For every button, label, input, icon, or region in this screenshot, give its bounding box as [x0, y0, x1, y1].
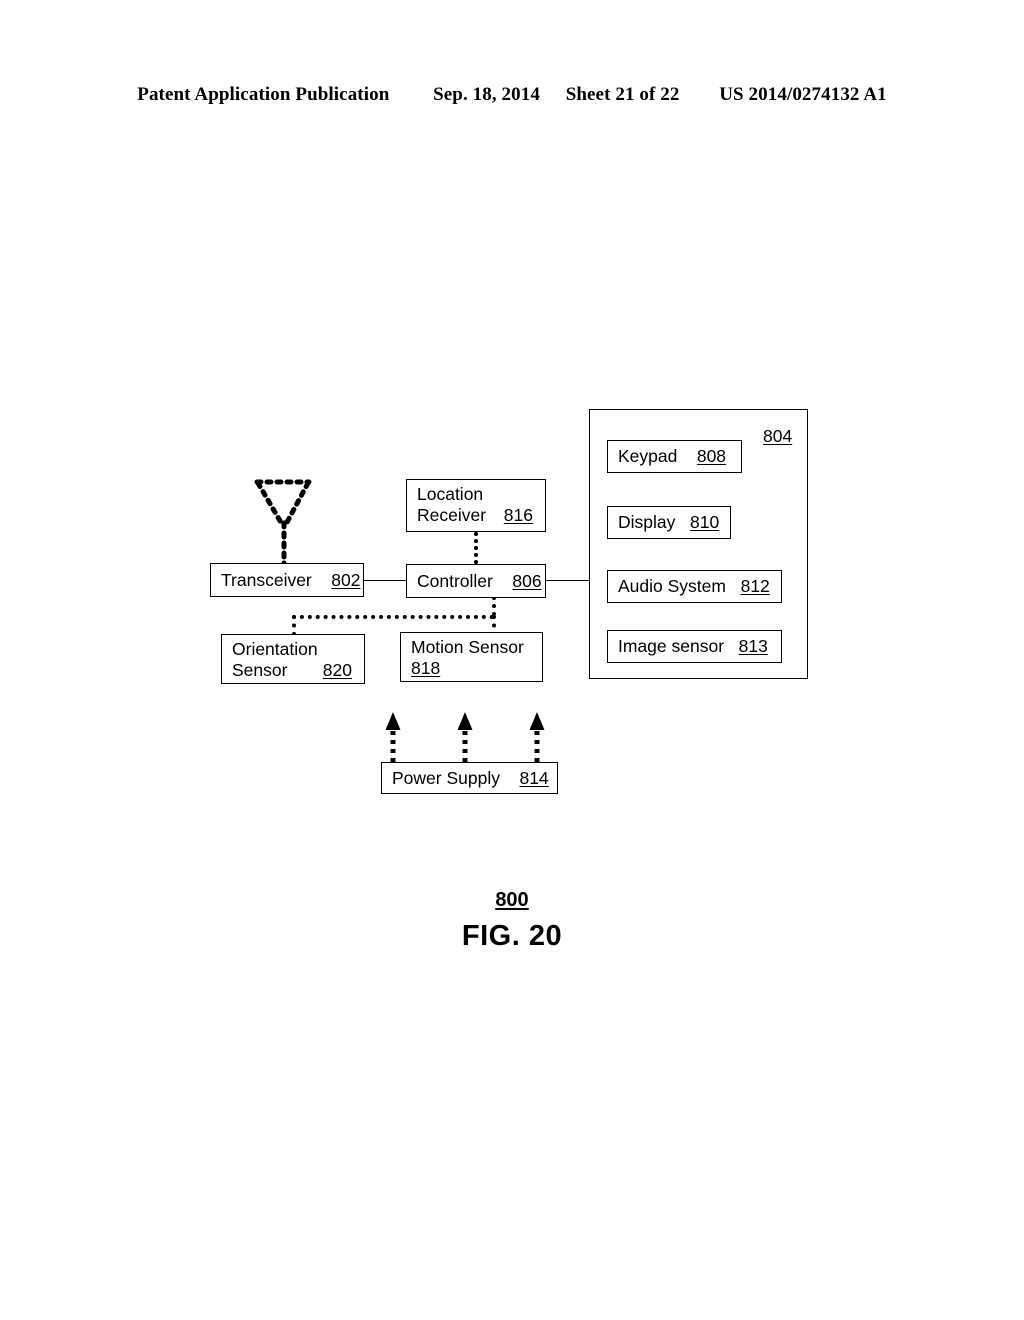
- node-motion-sensor[interactable]: Motion Sensor 818: [400, 632, 543, 682]
- orientation-sensor-label-line2: Sensor: [232, 660, 288, 680]
- power-arrow-middle: [457, 712, 473, 762]
- connector-transceiver-controller: [363, 580, 408, 581]
- image-sensor-label: Image sensor: [618, 636, 725, 656]
- antenna-icon: [254, 479, 312, 568]
- connector-controller-bus-stub: [492, 596, 496, 616]
- motion-sensor-reference-number: 818: [411, 658, 441, 678]
- node-controller[interactable]: Controller 806: [406, 564, 546, 598]
- location-receiver-label-line1: Location: [417, 484, 484, 504]
- power-arrow-right: [529, 712, 545, 762]
- node-keypad[interactable]: Keypad 808: [607, 440, 742, 473]
- controller-label: Controller: [417, 570, 493, 591]
- panel-804-reference-label: 804: [763, 426, 792, 447]
- display-label: Display: [618, 512, 676, 532]
- transceiver-reference-number: 802: [331, 569, 361, 590]
- audio-system-reference-number: 812: [740, 576, 770, 596]
- display-reference-number: 810: [690, 512, 720, 532]
- keypad-reference-number: 808: [696, 446, 727, 466]
- node-display[interactable]: Display 810: [607, 506, 731, 539]
- connector-location-receiver-controller: [474, 532, 478, 564]
- node-orientation-sensor[interactable]: Orientation Sensor 820: [221, 634, 365, 684]
- controller-reference-number: 806: [512, 570, 542, 591]
- power-supply-label: Power Supply: [392, 767, 500, 788]
- node-location-receiver[interactable]: Location Receiver 816: [406, 479, 546, 532]
- node-audio-system[interactable]: Audio System 812: [607, 570, 782, 603]
- block-diagram: 804 Location Receiver 816 Transceiver 80…: [0, 0, 1024, 1320]
- connector-bus-orientation-sensor: [292, 615, 296, 636]
- location-receiver-reference-number: 816: [503, 505, 533, 525]
- figure-caption: FIG. 20: [461, 920, 563, 952]
- panel-804-reference-number: 804: [763, 426, 793, 446]
- figure-reference-number: 800: [0, 889, 1024, 912]
- audio-system-label: Audio System: [618, 576, 726, 596]
- location-receiver-label-line2: Receiver: [417, 505, 487, 525]
- node-image-sensor[interactable]: Image sensor 813: [607, 630, 782, 663]
- orientation-sensor-label-line1: Orientation: [232, 639, 318, 659]
- power-arrow-left: [385, 712, 401, 762]
- connector-bus-horizontal: [292, 615, 494, 619]
- node-power-supply[interactable]: Power Supply 814: [381, 762, 558, 794]
- image-sensor-reference-number: 813: [738, 636, 768, 656]
- motion-sensor-label: Motion Sensor: [411, 637, 524, 657]
- node-transceiver[interactable]: Transceiver 802: [210, 563, 364, 597]
- figure-number-value: 800: [495, 889, 529, 911]
- keypad-label: Keypad: [618, 446, 678, 466]
- connector-controller-panel: [545, 580, 591, 581]
- power-supply-reference-number: 814: [519, 767, 549, 788]
- orientation-sensor-reference-number: 820: [322, 660, 352, 680]
- transceiver-label: Transceiver: [221, 569, 312, 590]
